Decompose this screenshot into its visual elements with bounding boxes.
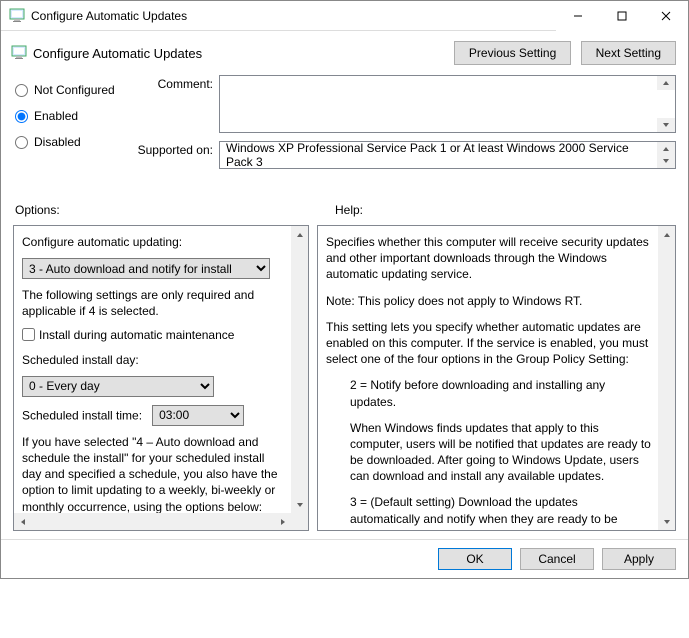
options-section-label: Options:: [15, 203, 335, 217]
dialog-window: Configure Automatic Updates Configure Au…: [0, 0, 689, 579]
cancel-button[interactable]: Cancel: [520, 548, 594, 570]
scroll-down-icon[interactable]: [657, 118, 675, 132]
supported-label: Supported on:: [133, 141, 219, 169]
scheduled-time-select[interactable]: 03:00: [152, 405, 244, 426]
help-text: Note: This policy does not apply to Wind…: [326, 293, 651, 309]
options-pane: Configure automatic updating: 3 - Auto d…: [13, 225, 309, 531]
ok-button[interactable]: OK: [438, 548, 512, 570]
help-text: This setting lets you specify whether au…: [326, 319, 651, 368]
apply-button[interactable]: Apply: [602, 548, 676, 570]
previous-setting-button[interactable]: Previous Setting: [454, 41, 571, 65]
policy-icon: [11, 45, 27, 61]
scheduled-day-label: Scheduled install day:: [22, 352, 284, 368]
help-pane: Specifies whether this computer will rec…: [317, 225, 676, 531]
radio-disabled[interactable]: Disabled: [15, 135, 133, 149]
window-title: Configure Automatic Updates: [31, 9, 556, 23]
supported-on-value: Windows XP Professional Service Pack 1 o…: [226, 141, 653, 169]
configure-updating-label: Configure automatic updating:: [22, 234, 284, 250]
install-during-maintenance-checkbox[interactable]: Install during automatic maintenance: [22, 328, 284, 342]
next-setting-button[interactable]: Next Setting: [581, 41, 676, 65]
radio-enabled[interactable]: Enabled: [15, 109, 133, 123]
titlebar: Configure Automatic Updates: [1, 1, 688, 31]
help-text: 3 = (Default setting) Download the updat…: [326, 494, 651, 531]
comment-label: Comment:: [133, 75, 219, 133]
app-icon: [9, 8, 25, 24]
scheduled-time-label: Scheduled install time:: [22, 408, 142, 422]
options-horizontal-scrollbar[interactable]: [14, 513, 291, 530]
options-footer-text: If you have selected "4 – Auto download …: [22, 434, 284, 515]
help-text: When Windows finds updates that apply to…: [326, 420, 651, 485]
scroll-up-icon[interactable]: [657, 76, 675, 90]
help-text: 2 = Notify before downloading and instal…: [326, 377, 651, 409]
help-vertical-scrollbar[interactable]: [658, 226, 675, 530]
policy-title: Configure Automatic Updates: [33, 46, 202, 61]
dialog-buttons: OK Cancel Apply: [1, 539, 688, 578]
scroll-down-icon[interactable]: [657, 154, 675, 168]
options-required-note: The following settings are only required…: [22, 287, 284, 319]
comment-textarea[interactable]: [219, 75, 676, 133]
supported-on-box: Windows XP Professional Service Pack 1 o…: [219, 141, 676, 169]
maximize-button[interactable]: [600, 1, 644, 31]
close-button[interactable]: [644, 1, 688, 31]
minimize-button[interactable]: [556, 1, 600, 31]
scheduled-day-select[interactable]: 0 - Every day: [22, 376, 214, 397]
options-vertical-scrollbar[interactable]: [291, 226, 308, 513]
configure-updating-select[interactable]: 3 - Auto download and notify for install: [22, 258, 270, 279]
help-text: Specifies whether this computer will rec…: [326, 234, 651, 283]
radio-not-configured[interactable]: Not Configured: [15, 83, 133, 97]
help-section-label: Help:: [335, 203, 363, 217]
